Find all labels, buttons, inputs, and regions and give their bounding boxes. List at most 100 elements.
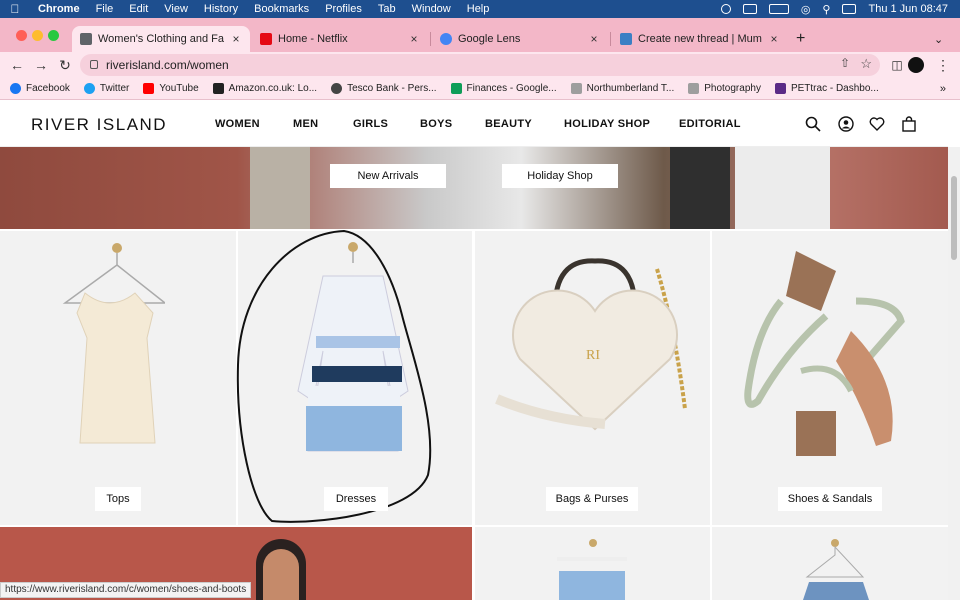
tab-title: Google Lens [458,33,521,45]
tile-label-dresses[interactable]: Dresses [324,487,388,511]
bookmark-label: Northumberland T... [586,83,675,94]
bookmark-label: YouTube [159,83,199,94]
apple-icon[interactable]:  [0,2,30,16]
tab-mumsnet[interactable]: Create new thread | Mumsnet × [612,26,788,52]
category-tile-shoes-sandals[interactable]: Shoes & Sandals [712,231,948,525]
category-tile-jackets[interactable] [712,527,948,600]
bookmark-star-icon[interactable]: ☆ [860,56,872,72]
share-icon[interactable]: ⇧ [840,56,850,70]
new-arrivals-button[interactable]: New Arrivals [330,164,446,188]
top-garment-image [62,243,165,444]
facebook-icon [10,83,21,94]
bookmark-label: Amazon.co.uk: Lo... [228,83,318,94]
menu-file[interactable]: File [88,3,122,15]
address-bar[interactable]: riverisland.com/women ⇧ ☆ [80,54,880,76]
new-tab-plus-icon[interactable]: + [792,26,816,52]
tile-label-tops[interactable]: Tops [95,487,141,511]
window-zoom-button[interactable] [48,30,59,41]
nav-holiday-shop[interactable]: HOLIDAY SHOP [564,118,650,130]
hero-doorway-shape [670,147,730,229]
window-close-button[interactable] [16,30,27,41]
nav-boys[interactable]: BOYS [420,118,452,130]
account-icon[interactable] [838,116,854,132]
menu-profiles[interactable]: Profiles [317,3,370,15]
address-url: riverisland.com/women [106,58,229,72]
profile-avatar[interactable] [908,57,924,73]
tile-label-bags-purses[interactable]: Bags & Purses [546,487,638,511]
macos-menu-bar:  Chrome File Edit View History Bookmark… [0,0,960,18]
tab-close-icon[interactable]: × [768,32,780,46]
bookmark-tesco-bank[interactable]: Tesco Bank - Pers... [331,83,437,94]
tab-google-lens[interactable]: Google Lens × [432,26,608,52]
nav-women[interactable]: WOMEN [215,118,260,130]
menu-tab[interactable]: Tab [370,3,404,15]
bookmark-facebook[interactable]: Facebook [10,83,70,94]
spotlight-search-icon[interactable]: ⚲ [822,3,830,16]
tab-title: Women's Clothing and Fashion [98,33,224,45]
svg-text:RI: RI [586,348,600,363]
category-tile-dresses[interactable]: Dresses [236,229,472,525]
bookmark-folder-photography[interactable]: Photography [688,83,761,94]
search-icon[interactable] [805,116,821,132]
tab-river-island[interactable]: Women's Clothing and Fashion × [72,26,250,52]
tile-label-shoes-sandals[interactable]: Shoes & Sandals [778,487,882,511]
tab-search-chevron-icon[interactable]: ⌄ [930,26,950,52]
bookmark-folder-northumberland[interactable]: Northumberland T... [570,83,675,94]
netflix-favicon-icon [260,33,272,45]
side-panel-icon[interactable]: ◫ [888,56,906,74]
forward-arrow-icon[interactable]: → [32,56,50,74]
tab-close-icon[interactable]: × [588,32,600,46]
nav-editorial[interactable]: EDITORIAL [679,118,741,130]
menu-edit[interactable]: Edit [121,3,156,15]
bookmark-label: Twitter [99,83,130,94]
menu-bookmarks[interactable]: Bookmarks [246,3,317,15]
page-scrollbar-thumb[interactable] [951,176,957,260]
bookmark-pettrac[interactable]: PETtrac - Dashbo... [774,83,879,94]
nav-girls[interactable]: GIRLS [353,118,388,130]
folder-icon [570,83,582,94]
chrome-menu-icon[interactable]: ⋮ [934,56,952,74]
bookmark-label: Photography [704,83,761,94]
google-sheets-icon [450,83,462,94]
google-lens-favicon-icon [440,33,452,45]
denim-jacket-image [803,539,869,600]
control-center-icon[interactable] [842,4,857,14]
category-tile-tops[interactable]: Tops [0,231,236,525]
creative-cloud-icon[interactable] [720,4,731,14]
wifi-icon[interactable]: ◎ [801,3,811,16]
menubar-datetime[interactable]: Thu 1 Jun 08:47 [868,3,948,15]
tab-close-icon[interactable]: × [408,32,420,46]
shopping-bag-icon[interactable] [901,116,917,132]
hero-banner-image: New Arrivals Holiday Shop [0,147,948,229]
bookmark-amazon[interactable]: Amazon.co.uk: Lo... [212,83,318,94]
menu-app-name[interactable]: Chrome [30,3,88,15]
category-tile-jeans[interactable] [475,527,710,600]
bookmarks-overflow-icon[interactable]: » [940,83,960,95]
menu-window[interactable]: Window [404,3,459,15]
youtube-icon [143,83,155,94]
page-content: New Arrivals Holiday Shop Tops Dresses R… [0,147,948,600]
menu-help[interactable]: Help [459,3,498,15]
mumsnet-favicon-icon [620,33,632,45]
bookmark-twitter[interactable]: Twitter [83,83,130,94]
status-bar-link-preview: https://www.riverisland.com/c/women/shoe… [0,582,252,598]
nav-men[interactable]: MEN [293,118,318,130]
menu-view[interactable]: View [156,3,196,15]
folder-icon [688,83,700,94]
category-tile-bags-purses[interactable]: RI Bags & Purses [475,231,710,525]
back-arrow-icon[interactable]: ← [8,56,26,74]
bookmark-youtube[interactable]: YouTube [143,83,199,94]
lock-icon [90,60,98,69]
display-icon[interactable] [742,4,757,14]
tab-netflix[interactable]: Home - Netflix × [252,26,428,52]
battery-icon[interactable] [768,4,789,14]
nav-beauty[interactable]: BEAUTY [485,118,532,130]
bookmark-finances[interactable]: Finances - Google... [450,83,557,94]
tab-close-icon[interactable]: × [230,32,242,46]
holiday-shop-button[interactable]: Holiday Shop [502,164,618,188]
menu-history[interactable]: History [196,3,246,15]
window-minimize-button[interactable] [32,30,43,41]
heart-icon[interactable] [869,116,885,132]
reload-icon[interactable]: ↻ [56,56,74,74]
site-logo[interactable]: RIVER ISLAND [31,115,167,135]
